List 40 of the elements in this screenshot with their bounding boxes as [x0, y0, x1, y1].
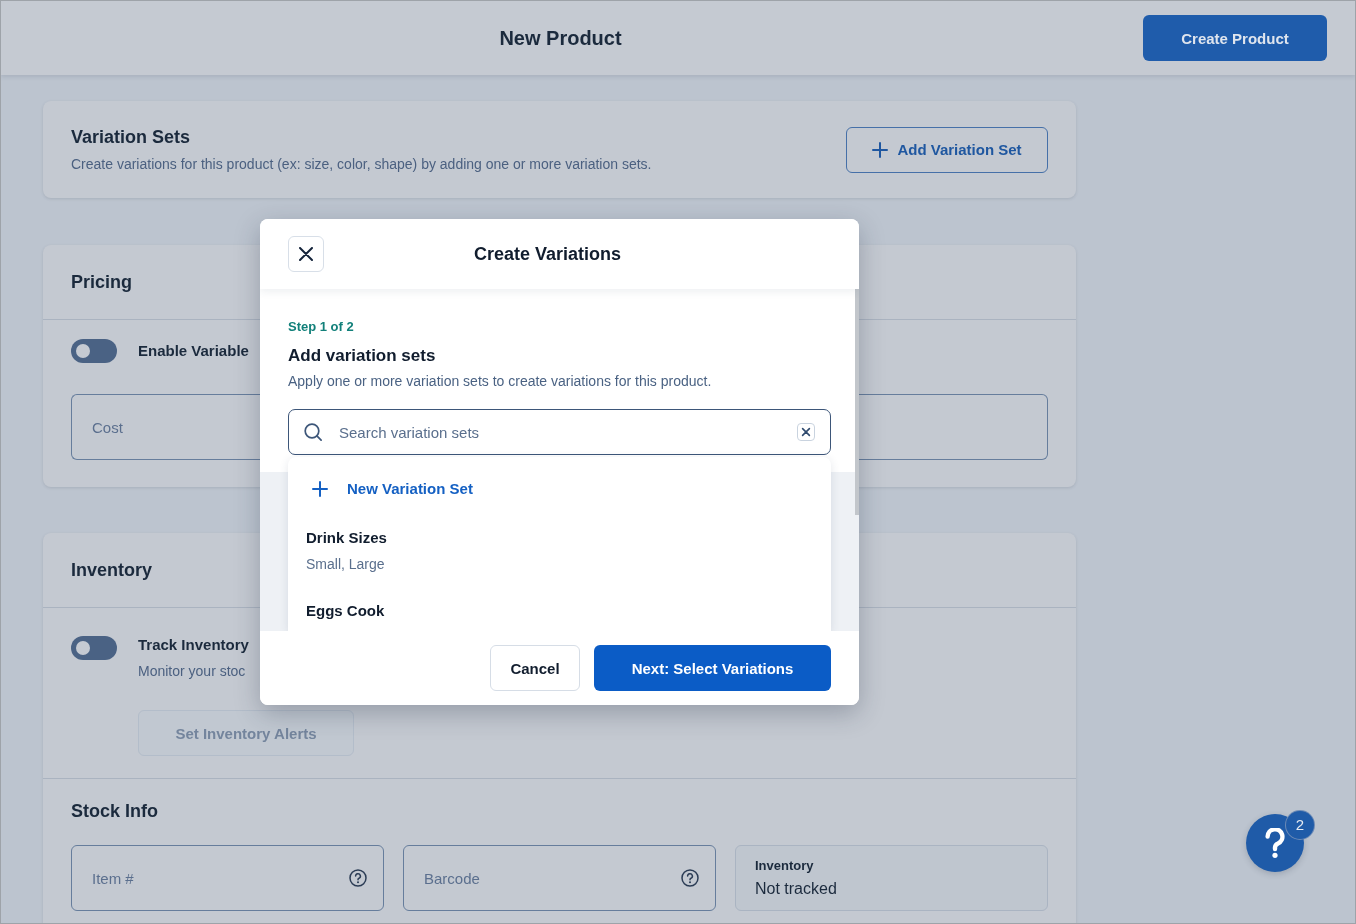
section-title: Inventory: [71, 559, 153, 581]
help-button[interactable]: [1246, 814, 1304, 872]
toggle-switch[interactable]: [71, 636, 117, 660]
toggle-description: Monitor your stoc: [138, 662, 246, 681]
step-heading: Add variation sets: [288, 345, 436, 367]
section-description: Create variations for this product (ex: size, color, shape) by adding one or more variation sets.: [71, 155, 652, 173]
plus-icon: [312, 481, 328, 497]
add-variation-set-button[interactable]: Add Variation Set: [846, 126, 1048, 173]
toggle-label: Enable Variable: [138, 341, 249, 361]
section-title: Stock Info: [71, 800, 158, 822]
clear-icon[interactable]: [797, 423, 815, 441]
field-label: Inventory: [755, 857, 814, 874]
step-description: Apply one or more variation sets to create variations for this product.: [288, 372, 712, 390]
input-field[interactable]: Item #: [71, 845, 384, 911]
plus-icon: [872, 141, 889, 158]
cancel-button[interactable]: Cancel: [490, 645, 580, 691]
create-product-button[interactable]: Create Product: [1143, 15, 1327, 61]
notification-badge: 2: [1286, 811, 1314, 839]
help-icon[interactable]: [349, 869, 367, 887]
scrollbar[interactable]: [855, 289, 859, 515]
next-button[interactable]: Next: Select Variations: [594, 645, 831, 691]
toggle-label: Track Inventory: [138, 635, 249, 655]
question-mark-icon: [1265, 828, 1285, 858]
search-icon: [304, 423, 322, 441]
search-field[interactable]: Search variation sets: [288, 409, 831, 455]
close-button[interactable]: [288, 236, 324, 272]
toggle-switch[interactable]: [71, 339, 117, 363]
variation-set-name[interactable]: Eggs Cook: [306, 601, 385, 621]
page-title: New Product: [499, 26, 622, 50]
section-title: Variation Sets: [71, 126, 191, 148]
variation-set-name[interactable]: Drink Sizes: [306, 528, 387, 548]
close-icon: [299, 247, 313, 261]
help-icon[interactable]: [681, 869, 699, 887]
new-variation-set-button[interactable]: New Variation Set: [312, 479, 473, 499]
variation-set-values: Small, Large: [306, 555, 385, 574]
modal-title: Create Variations: [473, 243, 622, 265]
input-field[interactable]: Barcode: [403, 845, 716, 911]
field-value: Not tracked: [755, 878, 837, 899]
section-title: Pricing: [71, 271, 132, 293]
step-indicator: Step 1 of 2: [288, 319, 354, 335]
